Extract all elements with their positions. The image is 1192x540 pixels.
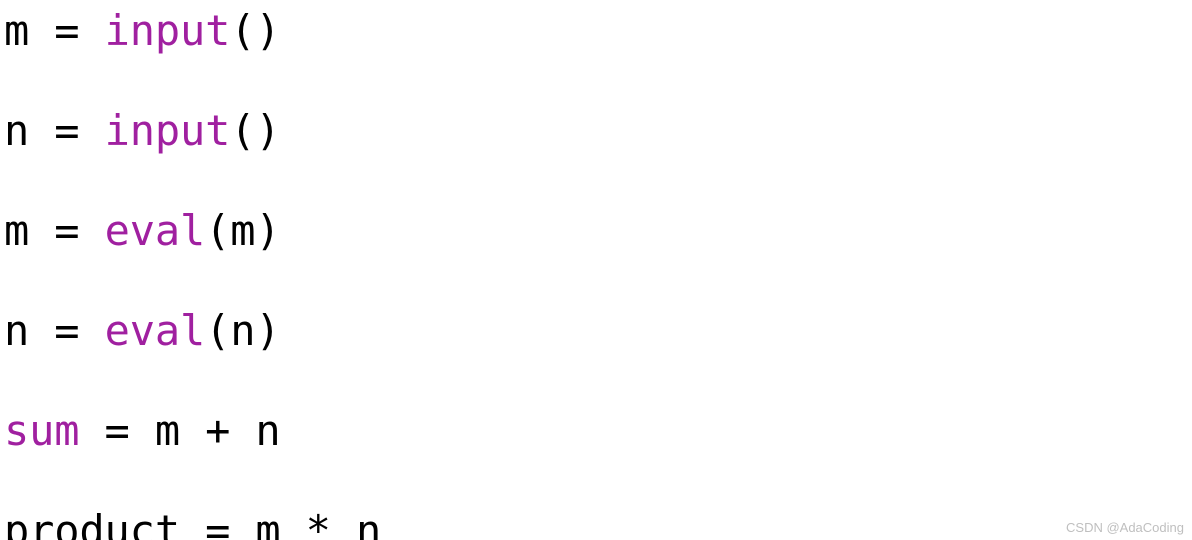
- code-screenshot: m = input() n = input() m = eval(m) n = …: [0, 0, 1192, 540]
- code-token-punct: (): [230, 6, 281, 55]
- code-token-plain: m: [154, 406, 180, 455]
- code-token-punct: ): [255, 306, 281, 355]
- code-line: sum = m + n: [4, 406, 1135, 456]
- code-token-plain: m: [4, 6, 30, 55]
- code-token-builtin: sum: [4, 406, 80, 455]
- code-token-plain: n: [255, 406, 281, 455]
- code-token-plain: n: [230, 306, 256, 355]
- code-line: product = m * n: [4, 506, 1135, 540]
- code-token-plain: n: [4, 306, 30, 355]
- code-token-plain: n: [4, 106, 30, 155]
- code-token-op: +: [179, 406, 256, 455]
- code-token-plain: n: [355, 506, 382, 540]
- code-token-punct: (: [205, 306, 231, 355]
- code-token-op: =: [29, 206, 105, 255]
- code-token-builtin: eval: [104, 306, 206, 355]
- code-line: n = eval(n): [4, 306, 1135, 356]
- code-token-builtin: eval: [104, 206, 206, 255]
- code-token-punct: (): [230, 106, 281, 155]
- code-token-op: =: [179, 506, 256, 540]
- watermark-label: CSDN @AdaCoding: [1066, 520, 1184, 535]
- code-token-plain: m: [255, 506, 281, 540]
- code-token-op: *: [280, 506, 356, 540]
- code-token-op: =: [29, 106, 105, 155]
- code-token-punct: (: [205, 206, 231, 255]
- code-line: m = input(): [4, 6, 1135, 56]
- code-token-plain: m: [230, 206, 256, 255]
- python-code-block[interactable]: m = input() n = input() m = eval(m) n = …: [4, 6, 1135, 540]
- code-token-plain: product: [4, 506, 180, 540]
- code-token-builtin: input: [104, 6, 231, 55]
- code-token-op: =: [79, 406, 155, 455]
- code-token-op: =: [29, 6, 105, 55]
- code-token-builtin: input: [104, 106, 231, 155]
- code-token-plain: m: [4, 206, 30, 255]
- code-token-op: =: [29, 306, 105, 355]
- code-line: m = eval(m): [4, 206, 1135, 256]
- code-token-punct: ): [255, 206, 281, 255]
- code-line: n = input(): [4, 106, 1135, 156]
